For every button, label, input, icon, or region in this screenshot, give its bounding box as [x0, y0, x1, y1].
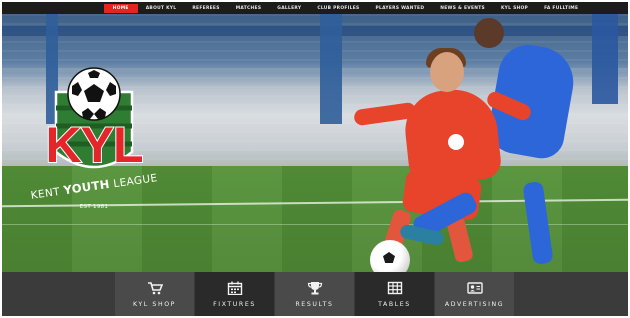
logo-abbreviation: KYL	[45, 117, 145, 173]
nav-item-news-events[interactable]: NEWS & EVENTS	[432, 4, 493, 13]
tile-advertising[interactable]: ADVERTISING	[435, 272, 515, 316]
quick-links-bar: KYL SHOP FIXTURES RESULTS TABLES ADVERTI…	[2, 272, 628, 316]
id-card-icon	[466, 281, 483, 294]
tile-results[interactable]: RESULTS	[275, 272, 355, 316]
tile-label: TABLES	[378, 300, 411, 308]
stand-railing	[2, 26, 628, 36]
calendar-icon	[227, 281, 242, 295]
tile-tables[interactable]: TABLES	[355, 272, 435, 316]
tile-label: RESULTS	[295, 300, 334, 308]
stand-pillar	[320, 14, 342, 124]
nav-item-club-profiles[interactable]: CLUB PROFILES	[309, 4, 367, 13]
nav-item-referees[interactable]: REFEREES	[184, 4, 227, 13]
nav-item-kyl-shop[interactable]: KYL SHOP	[493, 4, 536, 13]
logo-established: EST 1981	[79, 204, 109, 210]
top-navigation: HOME ABOUT KYL REFEREES MATCHES GALLERY …	[2, 2, 628, 14]
nav-item-about-kyl[interactable]: ABOUT KYL	[138, 4, 185, 13]
shopping-cart-icon	[147, 281, 163, 294]
kyl-logo[interactable]: KYL KENT YOUTH LEAGUE EST 1981	[28, 64, 160, 224]
page-frame: HOME ABOUT KYL REFEREES MATCHES GALLERY …	[2, 2, 628, 316]
tile-label: ADVERTISING	[444, 300, 505, 308]
tile-fixtures[interactable]: FIXTURES	[195, 272, 275, 316]
nav-item-home[interactable]: HOME	[103, 3, 138, 13]
nav-item-gallery[interactable]: GALLERY	[269, 4, 309, 13]
nav-item-matches[interactable]: MATCHES	[228, 4, 270, 13]
tile-label: FIXTURES	[213, 300, 256, 308]
football	[370, 240, 410, 272]
table-grid-icon	[387, 281, 402, 294]
tile-label: KYL SHOP	[132, 300, 176, 308]
stand-pillar	[592, 14, 618, 104]
nav-item-fa-fulltime[interactable]: FA FULLTIME	[536, 4, 586, 13]
tile-kyl-shop[interactable]: KYL SHOP	[115, 272, 195, 316]
nav-item-players-wanted[interactable]: PLAYERS WANTED	[367, 4, 432, 13]
trophy-icon	[307, 281, 322, 294]
